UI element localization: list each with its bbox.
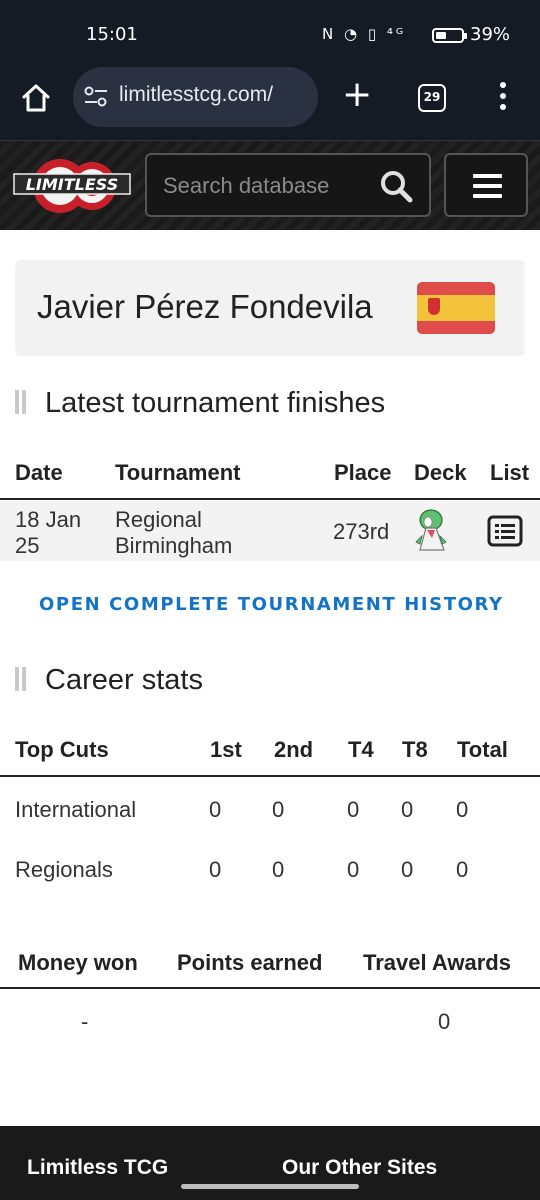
career-row-1st: 0 [209, 797, 222, 822]
section-bars-icon [15, 667, 29, 691]
money-won-header: Money won [18, 950, 138, 975]
career-row-t8: 0 [401, 857, 414, 882]
career-row-2nd: 0 [272, 797, 285, 822]
url-text[interactable]: limitlesstcg.com/ [119, 83, 273, 107]
more-options-icon[interactable] [496, 82, 510, 112]
col-header-place: Place [334, 460, 392, 485]
section-title-career: Career stats [15, 664, 203, 697]
career-row-label: Regionals [15, 857, 113, 882]
col-header-tournament: Tournament [115, 460, 241, 485]
footer-other-sites-title: Our Other Sites [282, 1156, 438, 1179]
tournament-history-link[interactable]: OPEN COMPLETE TOURNAMENT HISTORY [39, 594, 504, 615]
hamburger-menu-icon[interactable] [444, 153, 528, 217]
search-input[interactable]: Search database [163, 173, 329, 199]
career-row-t8: 0 [401, 797, 414, 822]
career-row-total: 0 [456, 797, 469, 822]
table-divider [0, 987, 540, 989]
spain-flag-icon [417, 282, 495, 334]
row-tournament-link[interactable]: Regional Birmingham [115, 507, 232, 559]
tab-switcher-button[interactable]: 29 [418, 84, 446, 112]
limitless-logo[interactable]: LIMITLESS [12, 155, 132, 217]
col-header-deck: Deck [414, 460, 467, 485]
career-header-t8: T8 [402, 737, 428, 762]
career-row-total: 0 [456, 857, 469, 882]
col-header-date: Date [15, 460, 63, 485]
status-time: 15:01 [86, 24, 138, 45]
player-card: Javier Pérez Fondevila [15, 260, 525, 356]
battery-icon [432, 28, 467, 43]
status-icons: N ◔ ▯ ⁴ᴳ [322, 25, 407, 43]
row-place: 273rd [333, 519, 390, 544]
career-row-t4: 0 [347, 857, 360, 882]
search-icon[interactable] [379, 169, 413, 203]
gesture-nav-bar[interactable] [181, 1184, 359, 1189]
points-earned-header: Points earned [177, 950, 323, 975]
table-divider [0, 498, 540, 500]
career-header-topcuts: Top Cuts [15, 737, 109, 762]
search-box[interactable]: Search database [145, 153, 431, 217]
new-tab-button[interactable]: + [342, 77, 372, 113]
battery-percent: 39% [470, 24, 511, 45]
footer-limitless-title: Limitless TCG [27, 1156, 169, 1179]
career-header-t4: T4 [348, 737, 374, 762]
player-name: Javier Pérez Fondevila [37, 288, 373, 325]
travel-awards-header: Travel Awards [363, 950, 511, 975]
section-bars-icon [15, 390, 29, 414]
career-header-1st: 1st [210, 737, 242, 762]
career-row-1st: 0 [209, 857, 222, 882]
row-date: 18 Jan 25 [15, 507, 82, 558]
svg-text:LIMITLESS: LIMITLESS [26, 175, 119, 194]
gardevoir-deck-icon[interactable] [410, 506, 452, 556]
home-icon[interactable] [20, 82, 52, 114]
col-header-list: List [490, 460, 530, 485]
table-divider [0, 775, 540, 777]
site-header: LIMITLESS Search database [0, 140, 540, 230]
site-settings-icon[interactable] [83, 85, 109, 109]
career-header-total: Total [457, 737, 508, 762]
decklist-icon[interactable] [487, 515, 523, 547]
career-header-2nd: 2nd [274, 737, 314, 762]
status-bar: 15:01 N ◔ ▯ ⁴ᴳ 39% [0, 0, 540, 70]
url-bar[interactable]: limitlesstcg.com/ [73, 67, 318, 127]
travel-awards-value: 0 [438, 1009, 451, 1034]
money-won-value: - [81, 1009, 89, 1034]
browser-toolbar: limitlesstcg.com/ + 29 [0, 67, 540, 140]
career-row-label: International [15, 797, 137, 822]
section-title-tournaments: Latest tournament finishes [15, 387, 385, 420]
career-row-2nd: 0 [272, 857, 285, 882]
career-row-t4: 0 [347, 797, 360, 822]
